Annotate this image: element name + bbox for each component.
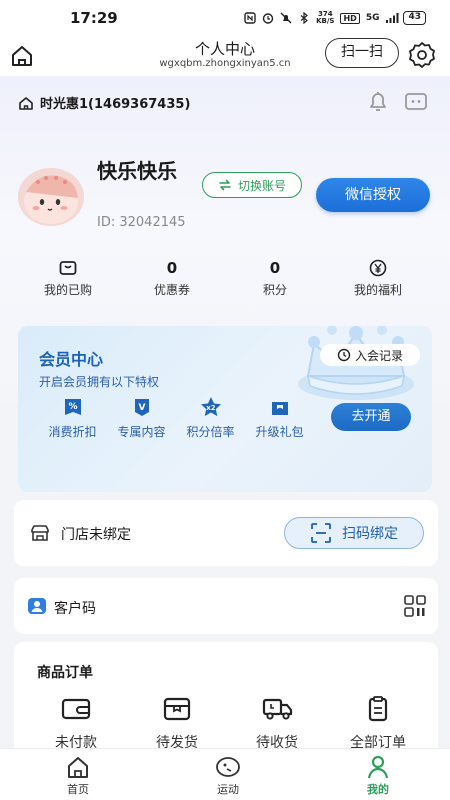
orders-card: 商品订单 未付款 待发货 待收货 全部订单: [14, 642, 438, 762]
member-center-card[interactable]: 会员中心 开启会员拥有以下特权 入会记录 % 消费折扣 V 专属内容 x2 积分…: [18, 326, 432, 492]
sport-icon: [215, 755, 241, 779]
stat-points-value: 0: [269, 259, 281, 277]
bottom-nav: 首页 运动 我的: [0, 748, 450, 800]
history-icon: [337, 348, 351, 362]
scan-button[interactable]: 扫一扫: [325, 38, 399, 68]
storefront-icon: [31, 525, 49, 541]
nav-home-label: 首页: [67, 783, 89, 796]
switch-account-button[interactable]: 切换账号: [202, 172, 302, 198]
nickname: 快乐快乐: [97, 159, 177, 183]
member-title: 会员中心: [39, 350, 104, 369]
nav-home[interactable]: 首页: [38, 755, 118, 797]
star-icon: x2: [200, 396, 222, 418]
customer-code-card[interactable]: 客户码: [14, 578, 438, 634]
bluetooth-icon: [298, 11, 310, 25]
perk-icon-text: V: [138, 403, 145, 413]
alarm-icon: [262, 12, 274, 24]
stat-purchased-label: 我的已购: [43, 283, 92, 297]
mute-icon: [280, 12, 292, 24]
yen-icon: [369, 259, 387, 277]
perk-label: 专属内容: [117, 425, 166, 439]
swap-icon: [219, 179, 231, 191]
clipboard-icon: [363, 696, 393, 722]
stat-benefits-label: 我的福利: [353, 283, 402, 297]
stats-row: 我的已购 0 优惠券 0 积分 我的福利: [0, 258, 450, 300]
customer-code-label: 客户码: [54, 601, 96, 617]
store-binding-label: 门店未绑定: [61, 527, 131, 543]
notification-button[interactable]: [366, 89, 390, 113]
hd-badge: HD: [340, 12, 360, 24]
wechat-auth-button[interactable]: 微信授权: [316, 178, 430, 212]
crown-illustration: [298, 326, 414, 400]
profile-icon: [365, 755, 391, 779]
scan-frame-icon: [311, 523, 331, 543]
store-home-icon: [19, 96, 33, 110]
message-button[interactable]: [404, 91, 428, 113]
user-badge-icon: [28, 598, 46, 614]
status-time: 17:29: [70, 9, 118, 27]
stat-points-label: 积分: [262, 283, 287, 297]
perk-icon-text: x2: [206, 404, 216, 412]
perk-item: V 专属内容: [107, 396, 176, 440]
bell-icon: [370, 92, 386, 111]
scan-bind-label: 扫码绑定: [342, 526, 398, 542]
user-id: ID: 32042145: [97, 215, 186, 230]
wallet-icon: [61, 696, 91, 722]
app-header: 个人中心 wgxqbm.zhongxinyan5.cn 扫一扫: [0, 36, 450, 76]
perk-item: % 消费折扣: [38, 396, 107, 440]
home-icon: [65, 755, 91, 779]
signal-icon: [385, 12, 399, 24]
discount-icon: %: [62, 396, 84, 418]
stat-coupons-label: 优惠券: [153, 283, 190, 297]
order-unpaid[interactable]: 未付款: [26, 696, 126, 752]
order-to-ship[interactable]: 待发货: [127, 696, 227, 752]
exclusive-icon: V: [131, 396, 153, 418]
net-speed-unit: KB/S: [316, 17, 335, 25]
gear-icon: [409, 42, 435, 68]
stat-benefits[interactable]: 我的福利: [328, 258, 428, 298]
join-record-button[interactable]: 入会记录: [320, 344, 420, 366]
store-binding-card: 门店未绑定 扫码绑定: [14, 500, 438, 566]
perk-icon-text: %: [68, 402, 77, 412]
stat-purchased[interactable]: 我的已购: [18, 258, 118, 298]
settings-button[interactable]: [408, 40, 436, 68]
member-subtitle: 开启会员拥有以下特权: [39, 375, 160, 389]
perk-item: x2 积分倍率: [176, 396, 245, 440]
nav-sport[interactable]: 运动: [188, 755, 268, 797]
nav-sport-label: 运动: [217, 783, 239, 796]
qr-code-icon[interactable]: [404, 595, 426, 617]
stat-coupons-value: 0: [166, 259, 178, 277]
battery-indicator: 43: [403, 11, 426, 25]
stat-coupons[interactable]: 0 优惠券: [122, 258, 222, 298]
nav-mine[interactable]: 我的: [338, 755, 418, 797]
perk-item: 升级礼包: [245, 396, 314, 440]
perk-label: 消费折扣: [48, 425, 97, 439]
bag-icon: [59, 261, 77, 275]
stat-points[interactable]: 0 积分: [225, 258, 325, 298]
net-speed: 374 KB/S: [316, 11, 334, 25]
scan-bind-button[interactable]: 扫码绑定: [284, 517, 424, 549]
join-record-label: 入会记录: [354, 348, 403, 363]
perk-label: 积分倍率: [186, 425, 235, 439]
avatar[interactable]: [18, 168, 84, 226]
gift-icon: [269, 396, 291, 418]
package-icon: [162, 696, 192, 722]
status-bar: 17:29 374 KB/S HD 5G 43: [0, 0, 450, 36]
member-perks: % 消费折扣 V 专属内容 x2 积分倍率 升级礼包: [38, 396, 314, 440]
order-all[interactable]: 全部订单: [328, 696, 428, 752]
order-to-receive[interactable]: 待收货: [227, 696, 327, 752]
open-membership-button[interactable]: 去开通: [331, 403, 411, 431]
nav-mine-label: 我的: [367, 783, 389, 796]
store-name: 时光惠1(1469367435): [40, 97, 191, 112]
orders-title: 商品订单: [37, 665, 93, 681]
status-icons: 374 KB/S HD 5G 43: [244, 11, 426, 25]
perk-label: 升级礼包: [255, 425, 304, 439]
chat-icon: [405, 93, 427, 110]
truck-icon: [262, 696, 293, 722]
store-selector[interactable]: 时光惠1(1469367435): [18, 93, 190, 112]
signal-label: 5G: [365, 13, 380, 23]
switch-account-label: 切换账号: [237, 178, 286, 193]
nfc-icon: [244, 12, 256, 24]
